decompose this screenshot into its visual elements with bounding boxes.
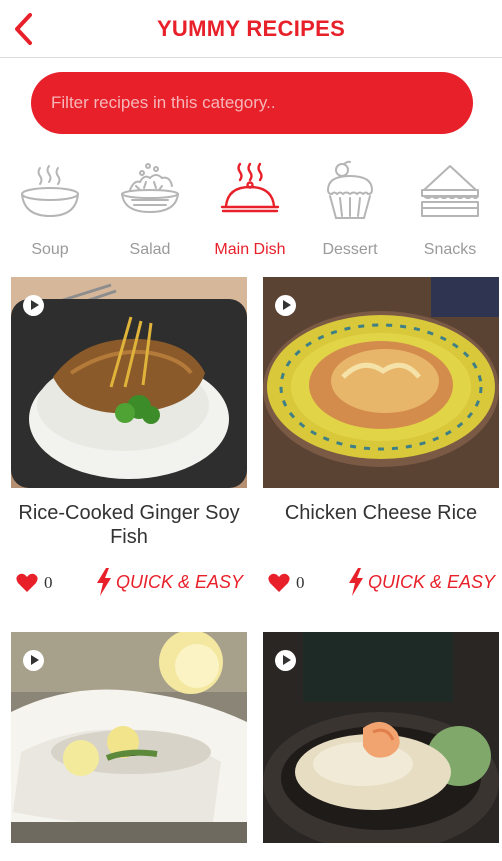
- play-icon: [275, 650, 296, 671]
- category-salad[interactable]: Salad: [100, 150, 200, 268]
- recipe-card[interactable]: [263, 632, 499, 843]
- recipe-photo: [11, 277, 247, 488]
- category-dessert[interactable]: Dessert: [300, 150, 400, 268]
- like-button[interactable]: 0: [16, 571, 53, 595]
- category-label: Salad: [129, 241, 171, 258]
- quick-easy-label: QUICK & EASY: [367, 571, 495, 592]
- category-bar: Soup Salad Main Dish Dessert Snacks: [0, 150, 502, 268]
- category-snacks[interactable]: Snacks: [400, 150, 500, 268]
- category-soup[interactable]: Soup: [0, 150, 100, 268]
- quick-easy-badge: QUICK & EASY: [347, 568, 495, 596]
- lightning-icon: [348, 568, 363, 596]
- category-label: Snacks: [423, 241, 477, 258]
- category-label: Main Dish: [214, 241, 286, 258]
- lightning-icon: [96, 568, 111, 596]
- cupcake-icon: [327, 160, 374, 219]
- category-label: Soup: [31, 241, 69, 258]
- cloche-icon: [220, 162, 280, 213]
- play-icon: [275, 295, 296, 316]
- search-input[interactable]: [31, 72, 473, 134]
- quick-easy-badge: QUICK & EASY: [95, 568, 243, 596]
- recipe-card[interactable]: Chicken Cheese Rice 0 QUICK & EASY: [263, 277, 499, 607]
- like-button[interactable]: 0: [268, 571, 305, 595]
- category-label: Dessert: [322, 241, 378, 258]
- salad-bowl-icon: [121, 163, 179, 214]
- recipe-photo: [263, 632, 499, 843]
- play-icon: [23, 650, 44, 671]
- play-icon: [23, 295, 44, 316]
- sandwich-icon: [421, 165, 479, 217]
- recipe-card[interactable]: [11, 632, 247, 843]
- like-count: 0: [44, 573, 53, 592]
- app-header: YUMMY RECIPES: [0, 0, 502, 58]
- recipe-photo: [11, 632, 247, 843]
- recipe-name: Rice-Cooked Ginger Soy Fish: [18, 502, 240, 548]
- page-title: YUMMY RECIPES: [156, 16, 346, 41]
- recipe-card[interactable]: Rice-Cooked Ginger Soy Fish 0 QUICK & EA…: [11, 277, 247, 607]
- search-bar[interactable]: [31, 72, 473, 134]
- quick-easy-label: QUICK & EASY: [115, 571, 243, 592]
- heart-icon: [16, 573, 38, 592]
- heart-icon: [268, 573, 290, 592]
- category-main-dish[interactable]: Main Dish: [200, 150, 300, 268]
- like-count: 0: [296, 573, 305, 592]
- soup-bowl-icon: [21, 165, 79, 218]
- recipe-photo: [263, 277, 499, 488]
- recipe-name: Chicken Cheese Rice: [284, 502, 478, 524]
